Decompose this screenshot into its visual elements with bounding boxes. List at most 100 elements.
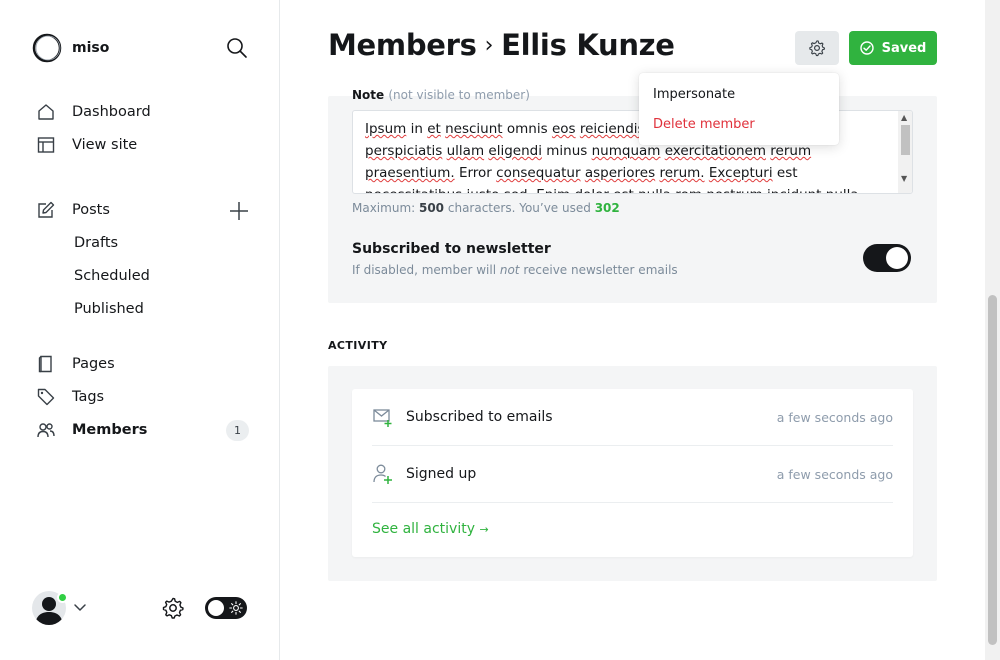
sidebar-item-published[interactable]: Published — [74, 301, 144, 317]
arrow-right-icon: → — [479, 523, 489, 536]
sidebar-item-members[interactable]: Members — [36, 420, 147, 440]
note-word: eos — [551, 121, 576, 137]
note-character-count: Maximum: 500 characters. You’ve used 302 — [352, 201, 620, 215]
sidebar-item-scheduled[interactable]: Scheduled — [74, 268, 150, 284]
newsletter-title: Subscribed to newsletter — [352, 241, 551, 257]
user-plus-icon — [373, 464, 392, 484]
note-line: necessitatibus iusto sed. Enim dolor est… — [365, 184, 885, 193]
tag-icon — [36, 387, 56, 407]
saved-button[interactable]: Saved — [849, 31, 937, 65]
activity-label: Subscribed to emails — [406, 409, 553, 425]
member-actions-button[interactable] — [795, 31, 839, 65]
note-label-text: Note — [352, 88, 385, 102]
sidebar-item-posts[interactable]: Posts — [36, 200, 110, 220]
count-mid: characters. You’ve used — [444, 201, 595, 215]
note-word: rem — [675, 187, 702, 193]
email-plus-icon — [373, 409, 392, 427]
note-word: reiciendis — [579, 121, 645, 137]
count-max: 500 — [418, 201, 445, 215]
note-word: rerum — [770, 143, 812, 159]
newsletter-description: If disabled, member will not receive new… — [352, 263, 678, 277]
member-actions-dropdown: Impersonate Delete member — [639, 73, 839, 145]
gear-icon — [809, 40, 826, 57]
scroll-down-icon[interactable]: ▼ — [901, 174, 907, 183]
see-all-activity-link[interactable]: See all activity → — [372, 521, 489, 537]
note-label-hint: (not visible to member) — [388, 88, 530, 102]
activity-heading: ACTIVITY — [328, 339, 388, 352]
count-prefix: Maximum: — [352, 201, 419, 215]
page-icon — [36, 354, 56, 374]
count-used: 302 — [594, 201, 620, 215]
note-word: et — [427, 121, 441, 137]
brand-logo-icon — [32, 33, 62, 63]
newsletter-toggle[interactable] — [863, 244, 911, 272]
search-icon[interactable] — [226, 37, 248, 59]
note-word: ullam — [446, 143, 485, 159]
breadcrumb-members[interactable]: Members — [328, 28, 477, 62]
sidebar-item-label: Dashboard — [72, 104, 151, 120]
note-word: nostrum — [706, 187, 762, 193]
note-word: iusto — [466, 187, 499, 193]
note-word: asperiores — [584, 165, 656, 181]
delete-member-menu-item[interactable]: Delete member — [653, 117, 755, 132]
activity-item: Subscribed to emails a few seconds ago — [372, 389, 893, 446]
member-name: Ellis Kunze — [501, 28, 675, 62]
sidebar-item-drafts[interactable]: Drafts — [74, 235, 118, 251]
sidebar-item-label: Pages — [72, 356, 115, 372]
members-count-badge: 1 — [226, 420, 249, 441]
activity-card: Subscribed to emails a few seconds ago S… — [352, 389, 913, 557]
sun-icon — [229, 601, 243, 615]
impersonate-menu-item[interactable]: Impersonate — [653, 87, 735, 102]
note-word: praesentium. — [365, 165, 455, 181]
note-word: nulla — [638, 187, 671, 193]
saved-button-label: Saved — [881, 40, 927, 56]
brand-name: miso — [72, 40, 110, 56]
page-title: Members › Ellis Kunze — [328, 28, 675, 62]
sidebar-item-tags[interactable]: Tags — [36, 387, 104, 407]
note-word: rerum. — [659, 165, 705, 181]
members-icon — [36, 420, 56, 440]
sidebar-item-view-site[interactable]: View site — [36, 135, 137, 155]
sidebar: miso Dashboard View site Posts Drafts Sc… — [0, 0, 280, 660]
see-all-label: See all activity — [372, 521, 475, 537]
sidebar-item-label: Tags — [72, 389, 105, 405]
online-status-dot — [57, 592, 68, 603]
note-word: Enim — [536, 187, 570, 193]
add-post-icon[interactable] — [228, 200, 250, 222]
gear-icon[interactable] — [161, 596, 185, 620]
note-word: nulla — [826, 187, 859, 193]
note-word: incidunt — [767, 187, 821, 193]
note-scrollbar[interactable]: ▲ ▼ — [898, 111, 912, 193]
note-scroll-thumb[interactable] — [901, 125, 910, 155]
activity-time: a few seconds ago — [776, 466, 893, 482]
main-content: Members › Ellis Kunze Saved Note (not vi… — [280, 0, 985, 660]
newsletter-desc-em: not — [499, 263, 520, 277]
brand[interactable]: miso — [32, 33, 109, 63]
newsletter-desc-suffix: receive newsletter emails — [519, 263, 678, 277]
sidebar-item-dashboard[interactable]: Dashboard — [36, 102, 151, 122]
chevron-down-icon[interactable] — [73, 600, 87, 614]
newsletter-toggle-knob — [886, 247, 908, 269]
sidebar-item-label: Members — [72, 422, 148, 438]
page-scrollbar[interactable] — [985, 0, 1000, 660]
edit-icon — [36, 200, 56, 220]
check-circle-icon — [859, 41, 874, 55]
activity-label: Signed up — [406, 466, 477, 482]
theme-toggle[interactable] — [205, 597, 247, 619]
note-word: eligendi — [488, 143, 542, 159]
sidebar-item-label: Posts — [72, 202, 110, 218]
page-scroll-thumb[interactable] — [988, 295, 997, 645]
note-word: necessitatibus — [365, 187, 462, 193]
note-word: Ipsum — [365, 121, 407, 137]
note-label: Note (not visible to member) — [352, 88, 530, 102]
sidebar-item-label: View site — [72, 137, 138, 153]
note-word: sed. — [504, 187, 532, 193]
sidebar-item-pages[interactable]: Pages — [36, 354, 115, 374]
note-line: praesentium. Error consequatur asperiore… — [365, 165, 798, 181]
note-word: nesciunt — [445, 121, 503, 137]
note-word: exercitationem — [664, 143, 766, 159]
note-word: dolor — [574, 187, 608, 193]
scroll-up-icon[interactable]: ▲ — [901, 113, 907, 122]
note-word: Excepturi — [708, 165, 773, 181]
breadcrumb-separator: › — [484, 32, 494, 58]
